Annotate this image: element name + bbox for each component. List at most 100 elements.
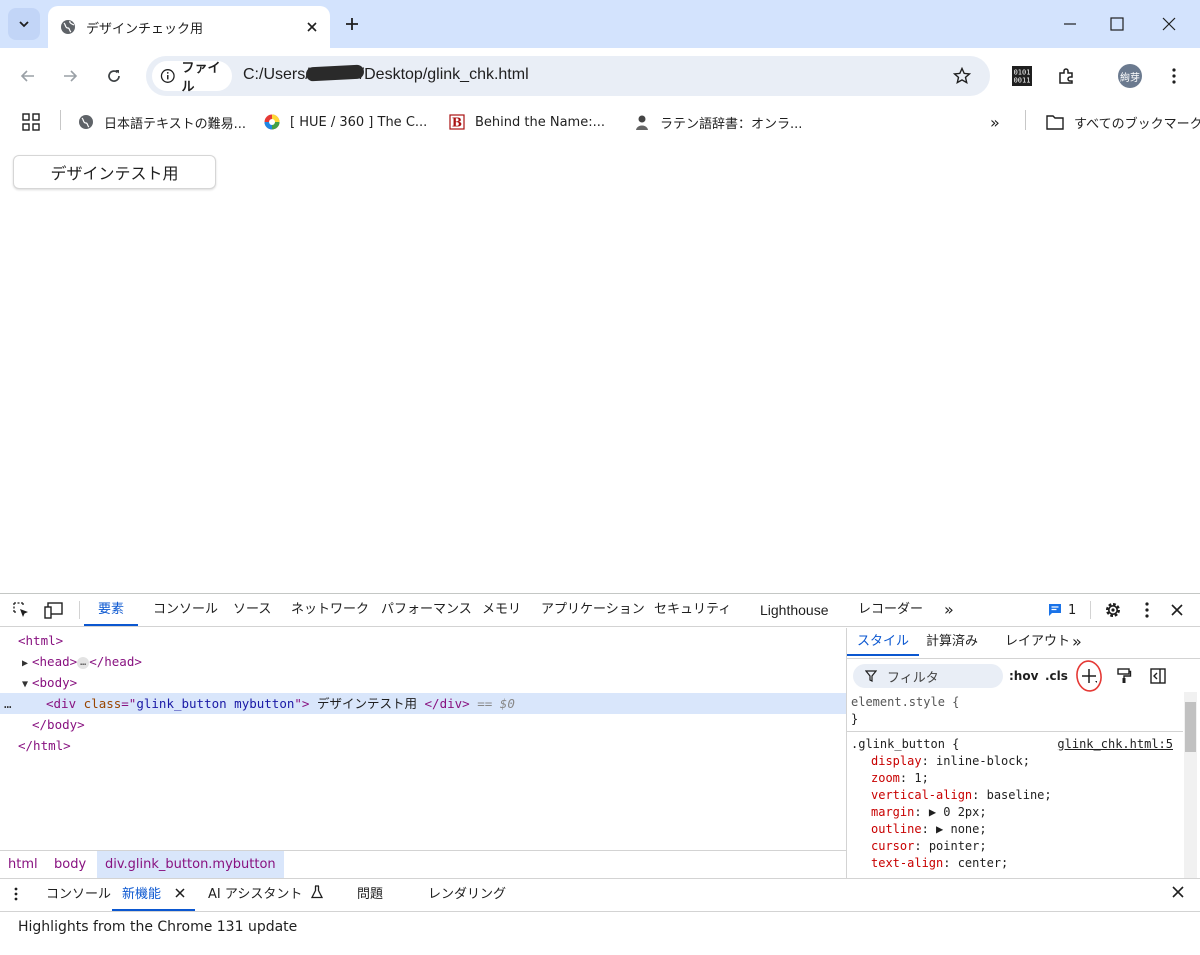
breadcrumb-body[interactable]: body	[46, 851, 94, 878]
bookmark-item[interactable]: [ HUE / 360 ] The C...	[264, 110, 427, 134]
drawer-tab-ai-assistant[interactable]: AI アシスタント	[208, 879, 324, 911]
back-button[interactable]	[12, 60, 44, 92]
inspect-element-button[interactable]	[11, 600, 31, 620]
css-property-value[interactable]: ▶ 0 2px;	[929, 805, 987, 819]
maximize-button[interactable]	[1101, 8, 1133, 40]
more-sidebar-tabs-button[interactable]: »	[1072, 628, 1082, 656]
tab-computed[interactable]: 計算済み	[926, 628, 978, 656]
css-property[interactable]: margin: ▶ 0 2px;	[871, 804, 987, 821]
breadcrumb-html[interactable]: html	[0, 851, 46, 878]
toggle-sidebar-button[interactable]	[1147, 665, 1169, 687]
drawer-tab-rendering[interactable]: レンダリング	[428, 879, 506, 911]
close-icon[interactable]	[175, 888, 185, 898]
css-property-value[interactable]: baseline;	[987, 788, 1052, 802]
tab-elements[interactable]: 要素	[84, 594, 139, 626]
chrome-menu-button[interactable]	[1158, 60, 1190, 92]
extension-binary-button[interactable]: 0101 0011	[1006, 60, 1038, 92]
css-property-value[interactable]: 1;	[914, 771, 928, 785]
element-style-selector[interactable]: element.style {	[851, 694, 959, 711]
element-state-button[interactable]	[1113, 665, 1135, 687]
tab-security[interactable]: セキュリティ	[654, 594, 731, 626]
dom-node-html[interactable]: <html>	[0, 630, 846, 651]
css-property[interactable]: outline: ▶ none;	[871, 821, 987, 838]
dom-node-div-selected[interactable]: … <div class="glink_button mybutton"> デザ…	[0, 693, 846, 714]
close-window-button[interactable]	[1153, 8, 1185, 40]
close-tab-button[interactable]	[300, 15, 324, 39]
forward-button[interactable]	[54, 60, 86, 92]
design-test-button[interactable]: デザインテスト用	[13, 155, 216, 189]
site-info-chip[interactable]: ファイル	[152, 61, 232, 95]
devtools-menu-button[interactable]	[1137, 600, 1157, 620]
node-actions-dots[interactable]: …	[4, 693, 12, 714]
apps-button[interactable]	[22, 110, 40, 134]
css-property-name[interactable]: margin	[871, 805, 914, 819]
bookmark-star-button[interactable]	[950, 64, 974, 88]
close-drawer-button[interactable]	[1172, 879, 1184, 911]
css-property[interactable]: display: inline-block;	[871, 753, 1030, 770]
expand-triangle-icon[interactable]: ▶	[22, 653, 32, 674]
drawer-tab-console[interactable]: コンソール	[46, 879, 111, 911]
css-property[interactable]: vertical-align: baseline;	[871, 787, 1052, 804]
collapsed-ellipsis-button[interactable]: …	[77, 657, 90, 669]
tab-layout[interactable]: レイアウト	[1005, 628, 1070, 656]
css-property[interactable]: text-align: center;	[871, 855, 1008, 872]
dom-node-body[interactable]: ▼ <body>	[0, 672, 846, 693]
css-property-value[interactable]: inline-block;	[936, 754, 1030, 768]
bookmark-item[interactable]: B Behind the Name:...	[449, 110, 605, 134]
styles-scrollbar[interactable]	[1184, 692, 1197, 878]
styles-filter-input[interactable]: フィルタ	[853, 664, 1003, 688]
profile-avatar[interactable]: 絢芽	[1118, 64, 1142, 88]
hov-toggle-button[interactable]: :hov	[1009, 664, 1038, 688]
address-bar[interactable]: ファイル C:/Users/ /Desktop/glink_chk.html	[146, 56, 990, 96]
cls-toggle-button[interactable]: .cls	[1045, 664, 1068, 688]
extensions-button[interactable]	[1050, 60, 1082, 92]
minimize-button[interactable]	[1054, 8, 1086, 40]
drawer-menu-button[interactable]	[14, 879, 18, 911]
css-property-value[interactable]: center;	[958, 856, 1009, 870]
rule-source-link[interactable]: glink_chk.html:5	[1057, 736, 1173, 753]
bookmarks-overflow-button[interactable]: »	[990, 110, 1000, 134]
close-devtools-button[interactable]	[1167, 600, 1187, 620]
css-property[interactable]: cursor: pointer;	[871, 838, 987, 855]
drawer-tab-whats-new[interactable]: 新機能	[112, 879, 196, 911]
scrollbar-thumb[interactable]	[1185, 702, 1196, 752]
css-property-value[interactable]: ▶ none;	[936, 822, 987, 836]
tab-performance[interactable]: パフォーマンス	[381, 594, 472, 626]
tab-lighthouse[interactable]: Lighthouse	[760, 594, 829, 626]
issues-button[interactable]: 1	[1048, 600, 1080, 620]
all-bookmarks-button[interactable]: すべてのブックマーク	[1046, 110, 1200, 134]
bookmark-item[interactable]: ラテン語辞書：オンラ...	[634, 110, 802, 134]
reload-button[interactable]	[98, 60, 130, 92]
tab-application[interactable]: アプリケーション	[541, 594, 645, 626]
dom-node-head[interactable]: ▶ <head>… </head>	[0, 651, 846, 672]
css-property-name[interactable]: display	[871, 754, 922, 768]
css-property[interactable]: zoom: 1;	[871, 770, 929, 787]
tab-network[interactable]: ネットワーク	[291, 594, 369, 626]
css-property-name[interactable]: vertical-align	[871, 788, 972, 802]
new-tab-button[interactable]	[340, 12, 364, 36]
css-property-name[interactable]: outline	[871, 822, 922, 836]
css-property-name[interactable]: text-align	[871, 856, 943, 870]
css-property-name[interactable]: zoom	[871, 771, 900, 785]
tab-search-button[interactable]	[8, 8, 40, 40]
tab-memory[interactable]: メモリ	[482, 594, 521, 626]
css-property-value[interactable]: pointer;	[929, 839, 987, 853]
browser-tab-active[interactable]: デザインチェック用	[48, 6, 330, 48]
tab-sources[interactable]: ソース	[233, 594, 271, 626]
collapse-triangle-icon[interactable]: ▼	[22, 674, 32, 695]
more-tabs-button[interactable]: »	[944, 594, 954, 626]
tab-console[interactable]: コンソール	[153, 594, 218, 626]
dom-node-html-close[interactable]: </html>	[0, 735, 846, 756]
whats-new-heading[interactable]: Highlights from the Chrome 131 update	[18, 919, 297, 935]
new-style-rule-button[interactable]	[1076, 660, 1102, 692]
dom-node-body-close[interactable]: </body>	[0, 714, 846, 735]
tab-styles[interactable]: スタイル	[847, 628, 920, 656]
rule-selector[interactable]: .glink_button {	[851, 736, 959, 753]
tab-recorder[interactable]: レコーダー	[858, 594, 923, 626]
bookmark-item[interactable]: 日本語テキストの難易...	[78, 110, 246, 134]
css-property-name[interactable]: cursor	[871, 839, 914, 853]
breadcrumb-div[interactable]: div.glink_button.mybutton	[97, 851, 284, 878]
device-toolbar-button[interactable]	[44, 600, 64, 620]
settings-button[interactable]	[1103, 600, 1123, 620]
drawer-tab-issues[interactable]: 問題	[357, 879, 383, 911]
